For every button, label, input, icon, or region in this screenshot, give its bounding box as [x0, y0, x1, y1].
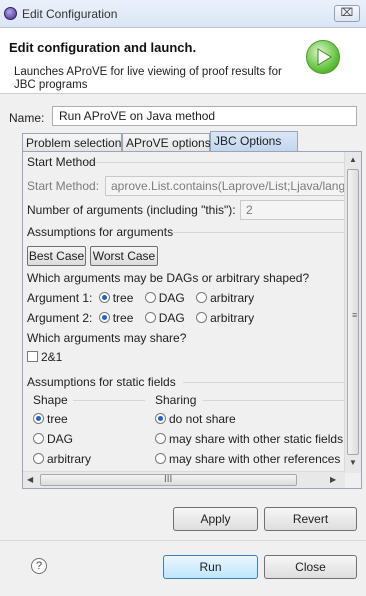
- checkbox-unchecked-icon: [27, 351, 38, 362]
- dialog-description: Launches AProVE for live viewing of proo…: [14, 66, 282, 91]
- close-button[interactable]: Close: [264, 555, 357, 579]
- run-button[interactable]: Run: [163, 555, 258, 579]
- footer-separator: [0, 540, 366, 541]
- share-2-1-checkbox[interactable]: 2&1: [27, 350, 62, 364]
- radio-unchecked-icon: [33, 433, 44, 444]
- start-method-group-title: Start Method: [27, 155, 96, 169]
- run-launch-icon: [306, 40, 340, 74]
- radio-unchecked-icon: [196, 312, 208, 323]
- title-bar: Edit Configuration ⌧: [0, 0, 366, 28]
- argument-2-option-tree[interactable]: tree: [98, 311, 133, 325]
- shape-group-title: Shape: [33, 393, 68, 407]
- shape-option-arbitrary[interactable]: arbitrary: [33, 452, 91, 466]
- start-method-field[interactable]: aprove.List.contains(Laprove/List;Ljava/…: [105, 176, 345, 196]
- scroll-left-arrow-icon[interactable]: ◀: [27, 475, 33, 484]
- radio-checked-icon: [33, 413, 44, 424]
- argument-1-option-dag[interactable]: DAG: [144, 291, 185, 305]
- revert-button[interactable]: Revert: [264, 507, 357, 531]
- start-method-label: Start Method:: [27, 179, 100, 193]
- argument-2-row: Argument 2: tree DAG arbitrary: [27, 311, 254, 325]
- worst-case-button[interactable]: Worst Case: [90, 246, 158, 266]
- best-case-button[interactable]: Best Case: [27, 246, 86, 266]
- static-fields-group-title: Assumptions for static fields: [27, 375, 176, 389]
- argument-2-option-arbitrary[interactable]: arbitrary: [196, 311, 254, 325]
- sharing-divider: [203, 400, 345, 401]
- start-method-divider: [83, 162, 345, 163]
- tab-bar: Problem selection AProVE options JBC Opt…: [22, 131, 352, 151]
- num-args-field[interactable]: 2: [240, 200, 345, 220]
- vertical-scrollbar[interactable]: ▲ ≡ ▼: [344, 152, 361, 473]
- tab-jbc-options[interactable]: JBC Options: [210, 131, 298, 151]
- radio-unchecked-icon: [144, 312, 156, 323]
- radio-unchecked-icon: [196, 292, 208, 303]
- assumptions-group-title: Assumptions for arguments: [27, 225, 174, 239]
- horizontal-scroll-thumb[interactable]: III: [40, 474, 297, 486]
- horizontal-scrollbar[interactable]: ◀ III ▶: [23, 471, 345, 488]
- shape-option-tree[interactable]: tree: [33, 412, 68, 426]
- radio-unchecked-icon: [33, 453, 44, 464]
- grip-icon: ≡: [352, 310, 358, 320]
- sharing-option-static-fields[interactable]: may share with other static fields: [155, 432, 343, 446]
- argument-1-row: Argument 1: tree DAG arbitrary: [27, 291, 254, 305]
- argument-1-option-arbitrary[interactable]: arbitrary: [196, 291, 254, 305]
- radio-checked-icon: [155, 413, 166, 424]
- radio-checked-icon: [98, 292, 110, 303]
- vertical-scroll-thumb[interactable]: ≡: [347, 169, 359, 455]
- dag-question-label: Which arguments may be DAGs or arbitrary…: [27, 271, 310, 285]
- scroll-down-arrow-icon[interactable]: ▼: [349, 458, 357, 467]
- argument-1-label: Argument 1:: [27, 291, 93, 305]
- window-title: Edit Configuration: [22, 7, 118, 21]
- scroll-up-arrow-icon[interactable]: ▲: [349, 155, 357, 164]
- radio-unchecked-icon: [155, 453, 166, 464]
- dialog-header: Edit configuration and launch. Launches …: [0, 28, 366, 94]
- share-question-label: Which arguments may share?: [27, 331, 187, 345]
- tab-aprove-options[interactable]: AProVE options: [122, 133, 211, 151]
- sharing-group-title: Sharing: [155, 393, 197, 407]
- tab-problem-selection[interactable]: Problem selection: [22, 133, 122, 151]
- name-label: Name:: [9, 111, 45, 125]
- argument-2-option-dag[interactable]: DAG: [144, 311, 185, 325]
- sharing-option-other-references[interactable]: may share with other references: [155, 452, 340, 466]
- radio-checked-icon: [98, 312, 110, 323]
- radio-unchecked-icon: [144, 292, 156, 303]
- num-args-label: Number of arguments (including "this"):: [27, 203, 236, 217]
- static-fields-divider: [183, 382, 345, 383]
- scroll-right-arrow-icon[interactable]: ▶: [330, 475, 336, 484]
- shape-option-dag[interactable]: DAG: [33, 432, 73, 446]
- grip-icon: III: [164, 474, 173, 485]
- shape-divider: [73, 400, 145, 401]
- window-close-button[interactable]: ⌧: [334, 5, 360, 22]
- jbc-options-panel: Start Method Start Method: aprove.List.c…: [22, 151, 362, 489]
- argument-2-label: Argument 2:: [27, 311, 93, 325]
- panel-content: Start Method Start Method: aprove.List.c…: [23, 152, 345, 473]
- argument-1-option-tree[interactable]: tree: [98, 291, 133, 305]
- assumptions-divider: [173, 232, 345, 233]
- apply-button[interactable]: Apply: [173, 507, 258, 531]
- dialog-heading: Edit configuration and launch.: [9, 40, 197, 55]
- radio-unchecked-icon: [155, 433, 166, 444]
- name-input[interactable]: Run AProVE on Java method: [52, 106, 357, 126]
- sharing-option-do-not-share[interactable]: do not share: [155, 412, 236, 426]
- app-icon: [4, 7, 17, 20]
- help-icon[interactable]: ?: [31, 558, 47, 574]
